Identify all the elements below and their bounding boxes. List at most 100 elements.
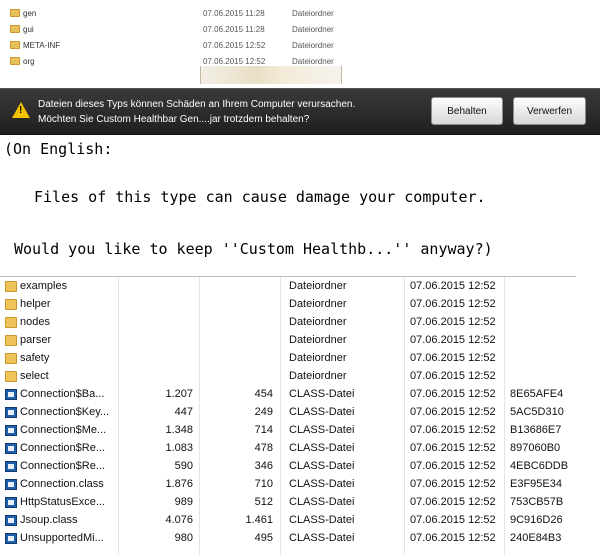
- table-row[interactable]: Connection$Key... 447 249 CLASS-Datei 07.06.…: [0, 404, 576, 422]
- list-item[interactable]: org 07.06.2015 12:52 Dateiordner: [0, 54, 600, 70]
- top-file-list: gen 07.06.2015 11:28 Dateiordner gui 07.…: [0, 0, 600, 84]
- class-file-icon: [5, 425, 17, 436]
- file-size: 1.876: [165, 478, 193, 490]
- class-file-icon: [5, 461, 17, 472]
- discard-button[interactable]: Verwerfen: [513, 97, 586, 125]
- file-type: Dateiordner: [292, 25, 334, 34]
- warning-icon: !: [12, 102, 30, 118]
- compressed-size: 249: [254, 406, 273, 418]
- file-crc: 897060B0: [510, 442, 561, 454]
- file-type: CLASS-Datei: [289, 406, 355, 418]
- file-type: CLASS-Datei: [289, 496, 355, 508]
- file-crc: 240E84B3: [510, 532, 562, 544]
- file-type: Dateiordner: [289, 334, 347, 346]
- table-row[interactable]: UnsupportedMi... 980 495 CLASS-Datei 07.06.2…: [0, 530, 576, 548]
- file-date: 07.06.2015 12:52: [410, 496, 496, 508]
- file-date: 07.06.2015 12:52: [410, 442, 496, 454]
- file-date: 07.06.2015 12:52: [203, 41, 266, 50]
- file-crc: 5AC5D310: [510, 406, 564, 418]
- file-date: 07.06.2015 11:28: [203, 25, 265, 34]
- file-type: Dateiordner: [289, 316, 347, 328]
- table-row[interactable]: select Dateiordner 07.06.2015 12:52: [0, 368, 576, 386]
- class-file-icon: [5, 443, 17, 454]
- compressed-size: 1.461: [245, 514, 273, 526]
- file-date: 07.06.2015 12:52: [410, 406, 496, 418]
- file-crc: B13686E7: [510, 424, 562, 436]
- keep-button[interactable]: Behalten: [431, 97, 503, 125]
- table-row[interactable]: parser Dateiordner 07.06.2015 12:52: [0, 332, 576, 350]
- file-crc: 4EBC6DDB: [510, 460, 569, 472]
- file-date: 07.06.2015 12:52: [410, 424, 496, 436]
- compressed-size: 495: [254, 532, 273, 544]
- folder-icon: [5, 353, 17, 364]
- file-type: CLASS-Datei: [289, 514, 355, 526]
- compressed-size: 346: [254, 460, 273, 472]
- table-row[interactable]: Jsoup.class 4.076 1.461 CLASS-Datei 07.06.20…: [0, 512, 576, 530]
- folder-icon: [10, 25, 20, 33]
- folder-icon: [5, 371, 17, 382]
- compressed-size: 714: [254, 424, 273, 436]
- file-size: 447: [174, 406, 193, 418]
- table-row[interactable]: Connection$Re... 590 346 CLASS-Datei 07.06.2…: [0, 458, 576, 476]
- table-row[interactable]: HttpStatusExce... 989 512 CLASS-Datei 07.06.…: [0, 494, 576, 512]
- file-name: safety: [20, 352, 50, 364]
- file-date: 07.06.2015 12:52: [410, 280, 496, 292]
- file-size: 989: [174, 496, 193, 508]
- file-type: Dateiordner: [289, 280, 347, 292]
- translation-line-3: Would you like to keep ''Custom Healthb.…: [14, 240, 493, 258]
- file-type: Dateiordner: [289, 370, 347, 382]
- file-crc: 9C916D26: [510, 514, 563, 526]
- list-item[interactable]: META-INF 07.06.2015 12:52 Dateiordner: [0, 38, 600, 54]
- file-date: 07.06.2015 12:52: [410, 298, 496, 310]
- file-name: META-INF: [23, 41, 61, 50]
- file-size: 1.207: [165, 388, 193, 400]
- class-file-icon: [5, 407, 17, 418]
- folder-icon: [10, 57, 20, 65]
- class-file-icon: [5, 389, 17, 400]
- file-type: Dateiordner: [292, 41, 334, 50]
- file-type: Dateiordner: [289, 352, 347, 364]
- translation-text: (On English: Files of this type can caus…: [0, 136, 600, 276]
- file-name: HttpStatusExce...: [20, 496, 105, 508]
- table-row[interactable]: Connection$Re... 1.083 478 CLASS-Datei 07.06…: [0, 440, 576, 458]
- table-row[interactable]: Connection$Me... 1.348 714 CLASS-Datei 07.06…: [0, 422, 576, 440]
- archive-file-list: examples Dateiordner 07.06.2015 12:52 helpe…: [0, 276, 576, 555]
- table-row[interactable]: Connection.class 1.876 710 CLASS-Datei 07.06…: [0, 476, 576, 494]
- table-row[interactable]: helper Dateiordner 07.06.2015 12:52: [0, 296, 576, 314]
- file-size: 4.076: [165, 514, 193, 526]
- file-name: Connection.class: [20, 478, 104, 490]
- file-type: Dateiordner: [289, 298, 347, 310]
- file-size: 1.348: [165, 424, 193, 436]
- file-name: Connection$Ba...: [20, 388, 105, 400]
- file-name: org: [23, 57, 35, 66]
- file-date: 07.06.2015 12:52: [410, 370, 496, 382]
- file-type: Dateiordner: [292, 57, 334, 66]
- file-type: CLASS-Datei: [289, 532, 355, 544]
- compressed-size: 478: [254, 442, 273, 454]
- compressed-size: 512: [254, 496, 273, 508]
- download-warning-bar: ! Dateien dieses Typs können Schäden an …: [0, 88, 600, 135]
- list-item[interactable]: gui 07.06.2015 11:28 Dateiordner: [0, 22, 600, 38]
- file-name: gen: [23, 9, 37, 18]
- file-name: Connection$Me...: [20, 424, 107, 436]
- file-type: CLASS-Datei: [289, 478, 355, 490]
- file-name: helper: [20, 298, 51, 310]
- file-size: 1.083: [165, 442, 193, 454]
- compressed-size: 710: [254, 478, 273, 490]
- folder-icon: [5, 299, 17, 310]
- file-crc: E3F95E34: [510, 478, 562, 490]
- file-date: 07.06.2015 12:52: [410, 316, 496, 328]
- list-item[interactable]: gen 07.06.2015 11:28 Dateiordner: [0, 6, 600, 22]
- table-row[interactable]: nodes Dateiordner 07.06.2015 12:52: [0, 314, 576, 332]
- table-row[interactable]: Connection$Ba... 1.207 454 CLASS-Datei 07.06…: [0, 386, 576, 404]
- file-type: CLASS-Datei: [289, 388, 355, 400]
- file-name: examples: [20, 280, 68, 292]
- file-name: gui: [23, 25, 34, 34]
- folder-icon: [10, 41, 20, 49]
- table-row[interactable]: safety Dateiordner 07.06.2015 12:52: [0, 350, 576, 368]
- file-size: 980: [174, 532, 193, 544]
- file-date: 07.06.2015 12:52: [203, 57, 266, 66]
- translation-line-2: Files of this type can cause damage your…: [34, 188, 486, 206]
- table-row[interactable]: examples Dateiordner 07.06.2015 12:52: [0, 278, 576, 296]
- folder-icon: [5, 281, 17, 292]
